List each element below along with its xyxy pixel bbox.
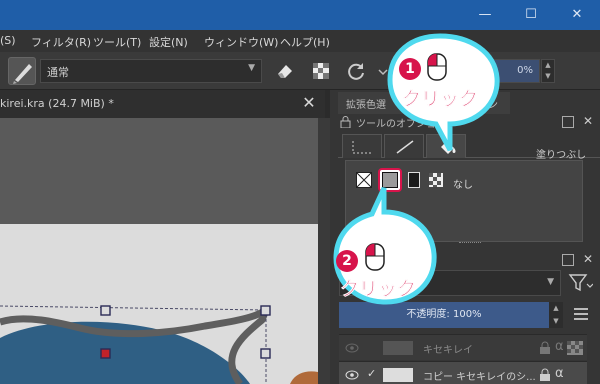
callout-1-text: クリック: [402, 88, 479, 110]
mouse-left-click-icon: [427, 53, 447, 81]
mouse-left-click-icon: [365, 243, 385, 271]
callout-overlay: [333, 33, 500, 305]
step-2-badge: 2: [336, 250, 358, 272]
step-1-badge: 1: [399, 58, 421, 80]
callout-2-text: クリック: [340, 278, 417, 300]
